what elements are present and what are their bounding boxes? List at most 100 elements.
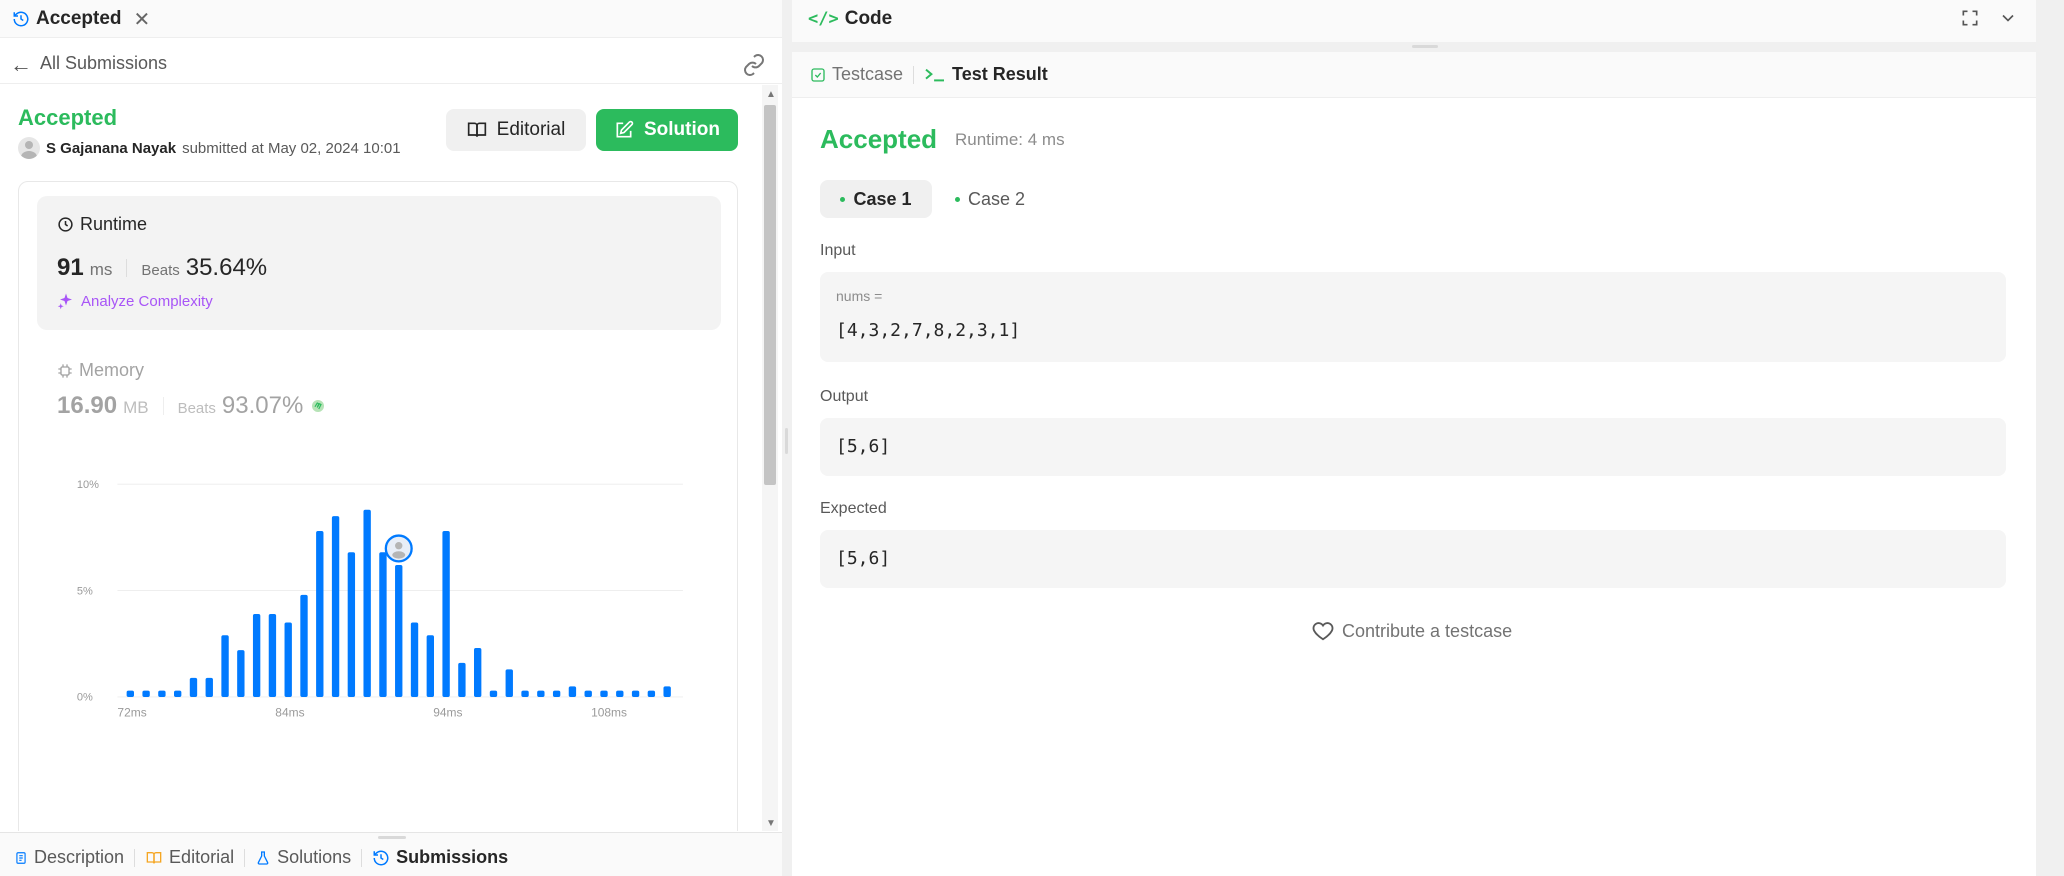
chart-bar[interactable]	[252, 613, 261, 697]
your-submission-marker[interactable]	[384, 534, 413, 563]
runtime-header: Runtime	[57, 214, 147, 235]
tab-submissions-label: Submissions	[396, 847, 509, 867]
chart-bar[interactable]	[521, 690, 529, 697]
chart-bar[interactable]	[458, 662, 466, 697]
resize-handle[interactable]	[378, 836, 406, 839]
contribute-testcase-button[interactable]: Contribute a testcase	[1312, 620, 1512, 642]
author-name[interactable]: S Gajanana Nayak	[46, 140, 176, 157]
history-icon	[13, 11, 29, 27]
scrollbar-thumb[interactable]	[764, 105, 776, 485]
chart-bar[interactable]	[600, 690, 608, 697]
chart-bar[interactable]	[379, 552, 387, 697]
scroll-down-arrow-icon[interactable]: ▼	[766, 818, 776, 829]
submission-status: Accepted	[18, 105, 118, 130]
code-icon: </>	[808, 9, 839, 29]
chevron-down-icon[interactable]	[1998, 8, 2018, 28]
chart-bar[interactable]	[331, 516, 340, 697]
clock-icon	[58, 217, 73, 232]
chart-bar[interactable]	[552, 690, 561, 697]
terminal-icon	[925, 68, 945, 81]
chart-bar[interactable]	[505, 669, 513, 697]
link-icon[interactable]	[742, 53, 766, 77]
memory-header[interactable]: Memory	[57, 360, 144, 381]
chart-bar[interactable]	[474, 648, 482, 697]
runtime-box[interactable]: Runtime 91 ms Beats 35.64% Analyze Compl…	[37, 196, 721, 330]
case-1-label: Case 1	[853, 188, 912, 209]
result-tab-bar: Testcase Test Result	[792, 52, 2036, 98]
runtime-unit: ms	[89, 260, 113, 279]
scroll-up-arrow-icon[interactable]: ▲	[766, 89, 776, 100]
tab-testcase[interactable]: Testcase	[810, 64, 903, 85]
y-tick-label: 5%	[77, 585, 93, 597]
divider	[913, 65, 915, 84]
chart-bar[interactable]	[205, 677, 213, 697]
chart-bar[interactable]	[663, 686, 671, 697]
y-tick-label: 0%	[77, 692, 93, 704]
chart-bar[interactable]	[568, 686, 577, 697]
vertical-resizer[interactable]	[792, 42, 2036, 52]
app-root: Accepted ✕ ← All Submissions Accepted S …	[0, 0, 2064, 876]
chart-bar[interactable]	[347, 552, 356, 697]
chart-bar[interactable]	[126, 690, 134, 697]
tab-solutions[interactable]: Solutions	[255, 847, 351, 868]
chart-bar[interactable]	[158, 690, 166, 697]
result-runtime: Runtime: 4 ms	[955, 130, 1065, 149]
chart-bar[interactable]	[221, 635, 229, 697]
document-icon	[16, 851, 26, 864]
chart-bar[interactable]	[584, 690, 592, 697]
chart-bar[interactable]	[395, 565, 403, 697]
tab-submissions[interactable]: Submissions	[372, 847, 508, 868]
chart-bar[interactable]	[363, 509, 371, 697]
vertical-scrollbar[interactable]: ▲ ▼	[762, 85, 778, 831]
tab-description[interactable]: Description	[14, 847, 124, 868]
analyze-complexity-link[interactable]: Analyze Complexity	[57, 292, 213, 310]
runtime-beats-value: 35.64%	[185, 254, 268, 281]
y-tick-label: 10%	[77, 479, 99, 491]
resize-handle[interactable]	[1412, 45, 1438, 48]
checkbox-icon	[811, 67, 825, 82]
divider	[126, 259, 128, 277]
close-icon[interactable]: ✕	[134, 7, 151, 32]
chart-bar[interactable]	[142, 690, 150, 697]
memory-beats-value: 93.07%	[221, 392, 304, 419]
tab-accepted[interactable]: Accepted ✕	[12, 5, 150, 33]
fullscreen-icon[interactable]	[1960, 8, 1980, 28]
output-value: [5,6]	[836, 436, 891, 457]
chart-bar[interactable]	[284, 622, 292, 697]
avatar[interactable]	[18, 137, 40, 159]
runtime-distribution-chart[interactable]: 10% 5% 0% 72ms 84ms 94ms 108ms	[19, 440, 739, 720]
chart-bar[interactable]	[189, 677, 198, 697]
chart-bar[interactable]	[631, 690, 640, 697]
chart-bar[interactable]	[647, 690, 656, 697]
tab-editorial[interactable]: Editorial	[145, 847, 234, 868]
window-edge	[2036, 0, 2064, 876]
chart-bar[interactable]	[174, 690, 182, 697]
chart-bar[interactable]	[537, 690, 545, 697]
resize-handle[interactable]	[785, 428, 788, 454]
editorial-button[interactable]: Editorial	[446, 109, 586, 151]
code-tab[interactable]: </> Code	[808, 8, 892, 30]
chart-bar[interactable]	[316, 531, 324, 697]
all-submissions-link[interactable]: All Submissions	[40, 53, 167, 74]
clap-icon	[312, 400, 325, 412]
chart-bar[interactable]	[426, 635, 434, 697]
tab-test-result[interactable]: Test Result	[924, 64, 1048, 85]
submission-nav: ← All Submissions	[0, 44, 782, 84]
solution-button[interactable]: Solution	[596, 109, 738, 151]
panel-resizer[interactable]	[782, 0, 792, 876]
chart-bar[interactable]	[410, 622, 419, 697]
case-2-button[interactable]: Case 2	[940, 180, 1040, 218]
chart-bar[interactable]	[616, 690, 624, 697]
case-1-button[interactable]: Case 1	[820, 180, 932, 218]
heart-icon	[1312, 622, 1334, 641]
chart-bar[interactable]	[300, 594, 308, 697]
contribute-label: Contribute a testcase	[1342, 620, 1513, 641]
tab-test-result-label: Test Result	[952, 64, 1048, 84]
chart-bar[interactable]	[237, 650, 245, 697]
chart-bar[interactable]	[442, 531, 450, 697]
chart-bar[interactable]	[268, 613, 277, 697]
x-tick-label: 108ms	[591, 705, 627, 719]
chip-icon	[58, 363, 72, 378]
back-arrow-icon[interactable]: ←	[10, 52, 32, 78]
chart-bar[interactable]	[489, 690, 498, 697]
